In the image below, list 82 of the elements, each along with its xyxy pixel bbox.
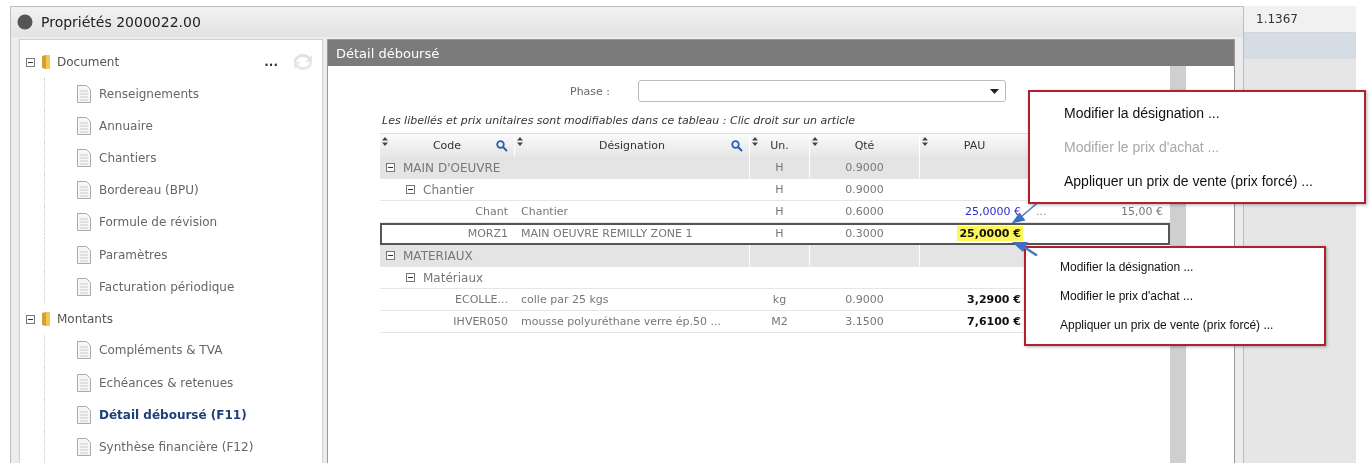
panel-title: Détail déboursé [328, 40, 1234, 66]
grid-cell: 1.1367 [1244, 6, 1356, 33]
table-cell-text: Chantier [520, 204, 570, 220]
collapse-icon[interactable] [386, 162, 395, 172]
tree-item[interactable]: Synthèse financière (F12) [44, 430, 322, 463]
table-cell-text: 3.1500 [844, 314, 885, 330]
table-cell-text: H [774, 182, 785, 198]
collapse-icon[interactable] [406, 184, 415, 194]
table-cell-text: kg [771, 292, 788, 308]
menu-item[interactable]: Modifier la désignation ... [1060, 259, 1314, 274]
folder-icon [41, 53, 51, 70]
group-label: MATERIAUX [403, 248, 473, 263]
field-label: Phase : [570, 84, 611, 98]
document-icon [77, 213, 91, 232]
collapse-icon[interactable] [406, 272, 415, 282]
tree-item[interactable]: Echéances & retenues [44, 366, 322, 399]
document-icon [77, 277, 91, 296]
group-label: MAIN D'OEUVRE [403, 160, 501, 175]
table-cell-text: MAIN OEUVRE REMILLY ZONE 1 [520, 226, 694, 242]
collapse-icon[interactable] [26, 58, 35, 68]
table-cell-text: H [774, 226, 785, 242]
table-cell-text: 0.9000 [844, 292, 885, 308]
collapse-icon[interactable] [386, 250, 395, 260]
sort-icon[interactable] [922, 137, 928, 146]
table-cell-text: IHVER050 [452, 314, 509, 330]
table-cell-text: 0.6000 [844, 204, 885, 220]
tree-item[interactable]: Détail déboursé (F11) [44, 398, 322, 431]
price-value[interactable]: 25,0000 € [957, 226, 1023, 241]
document-icon [77, 84, 91, 103]
tree-item[interactable]: Facturation périodique [44, 270, 322, 303]
sort-icon[interactable] [517, 137, 523, 146]
table-cell-text: M2 [770, 314, 789, 330]
group-label: Matériaux [423, 270, 484, 285]
tree-item[interactable]: Paramètres [44, 238, 322, 271]
tree-item[interactable]: Compléments & TVA [44, 334, 322, 367]
document-icon [77, 437, 91, 456]
table-cell-text: Chant [474, 204, 509, 220]
table-cell-text: mousse polyuréthane verre ép.50 ... [520, 314, 723, 330]
window-title: Propriétés 2000022.00 [41, 14, 201, 30]
app-logo-icon [17, 14, 33, 30]
sort-icon[interactable] [382, 137, 388, 146]
collapse-icon[interactable] [26, 315, 35, 325]
table-cell-text: ECOLLE... [454, 292, 509, 308]
table-cell-text: MORZ1 [466, 226, 509, 242]
selected-row[interactable]: MORZ1 MAIN OEUVRE REMILLY ZONE 1 H 0.3000 25,0000 € [380, 223, 1170, 245]
menu-item[interactable]: Appliquer un prix de vente (prix forcé) ... [1060, 318, 1314, 333]
tree-item[interactable]: Renseignements [44, 77, 322, 110]
table-cell-text: 0.9000 [844, 182, 885, 198]
sort-icon[interactable] [812, 137, 818, 146]
more-button[interactable]: ... [264, 54, 278, 69]
tree-group-label[interactable]: Document [57, 54, 259, 69]
document-icon [77, 405, 91, 424]
tree-group-label[interactable]: Montants [57, 311, 322, 326]
tree-item[interactable]: Bordereau (BPU) [44, 174, 322, 207]
caret-icon [990, 88, 1000, 94]
document-icon [77, 116, 91, 135]
price-value[interactable]: 7,6100 € [965, 314, 1023, 329]
menu-item[interactable]: Modifier le prix d'achat ... [1060, 289, 1314, 303]
more-dots[interactable]: ... [1036, 205, 1047, 218]
folder-icon [41, 310, 51, 327]
sort-icon[interactable] [752, 137, 758, 146]
document-icon [77, 181, 91, 200]
table-cell-text: 0.3000 [844, 226, 885, 242]
document-icon [77, 341, 91, 360]
table-cell-text: H [774, 204, 785, 220]
document-icon [77, 149, 91, 168]
search-icon[interactable] [731, 139, 743, 152]
table-cell-text: colle par 25 kgs [520, 292, 610, 308]
menu-item[interactable]: Appliquer un prix de vente (prix forcé) ... [1064, 173, 1354, 189]
tree-item[interactable]: Formule de révision [44, 206, 322, 239]
table-cell: H [750, 157, 810, 178]
price-value[interactable]: 3,2900 € [965, 292, 1023, 307]
group-label: Chantier [423, 182, 475, 197]
tree-item[interactable]: Chantiers [44, 141, 322, 175]
search-icon[interactable] [496, 139, 508, 152]
total-value: 15,00 € [1121, 205, 1163, 218]
document-icon [77, 373, 91, 392]
tree-item[interactable]: Annuaire [44, 109, 322, 142]
table-cell: 0.9000 [810, 157, 920, 178]
document-icon [77, 245, 91, 264]
pointer-arrow [1012, 242, 1038, 256]
menu-item[interactable]: Modifier la désignation ... [1064, 105, 1354, 121]
